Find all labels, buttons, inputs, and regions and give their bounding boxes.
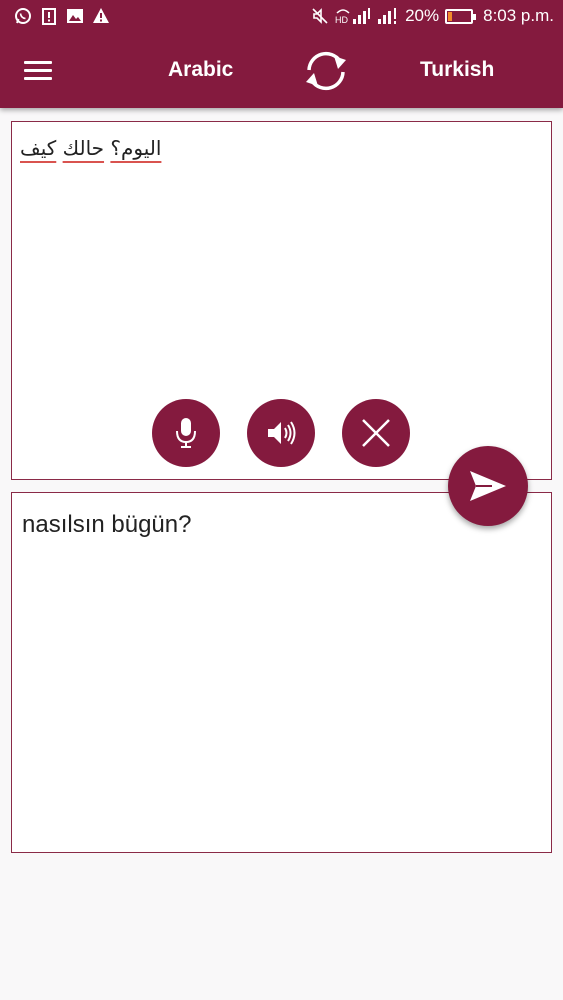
send-icon [470, 471, 506, 501]
status-right-icons: HD 20% 8:03 p.m. [311, 6, 554, 26]
status-left-icons [14, 7, 110, 25]
close-icon [362, 419, 390, 447]
hd-signal-icon: HD [335, 8, 371, 25]
source-word: اليوم؟ [110, 136, 162, 160]
mute-icon [312, 8, 328, 24]
hamburger-menu-icon[interactable] [22, 56, 54, 84]
whatsapp-icon [15, 8, 31, 24]
source-word: حالك [62, 136, 105, 160]
microphone-icon [176, 418, 196, 448]
battery-percent: 20% [405, 6, 440, 25]
clock: 8:03 p.m. [483, 6, 554, 25]
svg-text:HD: HD [335, 15, 348, 25]
image-icon [67, 9, 83, 23]
target-language-button[interactable]: Turkish [420, 58, 494, 82]
translation-panel: nasılsın bügün? [11, 492, 552, 853]
translate-send-button[interactable] [448, 446, 528, 526]
menu-line [24, 61, 52, 64]
signal-icon [378, 8, 397, 24]
battery-icon [445, 8, 477, 24]
source-text-input[interactable]: اليوم؟ حالك كيف [20, 136, 540, 160]
battery-level [448, 11, 453, 21]
clear-button[interactable] [342, 399, 410, 467]
swap-arrows-icon[interactable] [300, 48, 352, 94]
menu-line [24, 69, 52, 72]
speaker-icon [268, 421, 296, 445]
warning-icon [93, 8, 109, 23]
source-word: كيف [20, 136, 57, 160]
source-language-button[interactable]: Arabic [168, 58, 233, 82]
microphone-button[interactable] [152, 399, 220, 467]
status-bar: HD 20% 8:03 p.m. [0, 0, 563, 34]
toolbar: Arabic Turkish [0, 34, 563, 108]
menu-line [24, 77, 52, 80]
app-header: HD 20% 8:03 p.m. Arabic Turkish [0, 0, 563, 108]
speak-button[interactable] [247, 399, 315, 467]
clipboard-alert-icon [42, 8, 56, 25]
